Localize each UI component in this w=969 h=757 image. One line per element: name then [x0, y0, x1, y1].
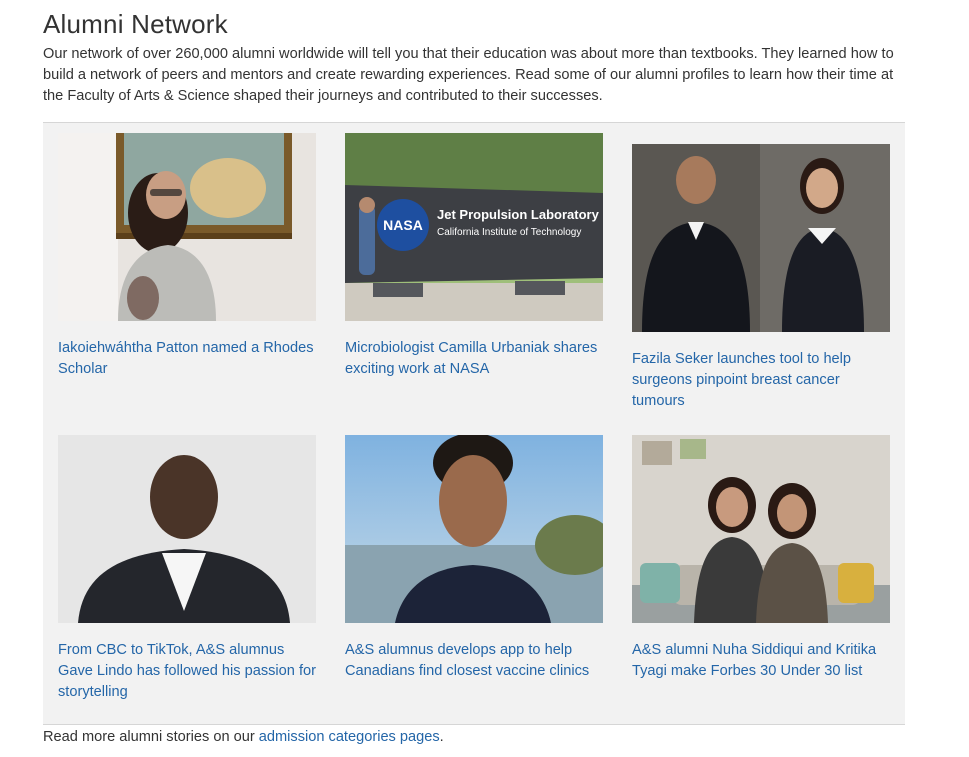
footer-suffix: .: [439, 729, 444, 745]
alumni-story-link[interactable]: Microbiologist Camilla Urbaniak shares e…: [345, 338, 603, 380]
alumni-card-lindo[interactable]: From CBC to TikTok, A&S alumnus Gave Lin…: [58, 435, 316, 703]
alumni-card-forbes[interactable]: A&S alumni Nuha Siddiqui and Kritika Tya…: [632, 435, 890, 682]
portrait-outdoor-image: [345, 435, 603, 623]
alumni-photo-lindo[interactable]: [58, 435, 316, 623]
footer-prefix: Read more alumni stories on our: [43, 729, 259, 745]
alumni-photo-urbaniak[interactable]: NASA Jet Propulsion Laboratory Californi…: [345, 133, 603, 321]
section-intro: Our network of over 260,000 alumni world…: [43, 46, 894, 104]
admission-categories-link[interactable]: admission categories pages: [259, 729, 440, 745]
alumni-story-link[interactable]: Iakoiehwáhtha Patton named a Rhodes Scho…: [58, 338, 316, 380]
alumni-card-patton[interactable]: Iakoiehwáhtha Patton named a Rhodes Scho…: [58, 133, 316, 380]
svg-text:NASA: NASA: [383, 217, 423, 233]
alumni-photo-seker[interactable]: [632, 144, 890, 332]
alumni-photo-patton[interactable]: [58, 133, 316, 321]
svg-text:California Institute of Techno: California Institute of Technology: [437, 227, 581, 238]
alumni-card-seker[interactable]: Fazila Seker launches tool to help surge…: [632, 144, 890, 412]
alumni-photo-vaccine-app[interactable]: [345, 435, 603, 623]
footer-note: Read more alumni stories on our admissio…: [43, 727, 444, 747]
section-title: Alumni Network: [43, 9, 228, 39]
two-portraits-image: [632, 144, 890, 332]
svg-text:Jet Propulsion Laboratory: Jet Propulsion Laboratory: [437, 207, 600, 222]
alumni-card-urbaniak[interactable]: NASA Jet Propulsion Laboratory Californi…: [345, 133, 603, 380]
alumni-card-vaccine-app[interactable]: A&S alumnus develops app to help Canadia…: [345, 435, 603, 682]
alumni-stories-grid: Iakoiehwáhtha Patton named a Rhodes Scho…: [43, 122, 905, 725]
portrait-with-painting-image: [58, 133, 316, 321]
alumni-network-section: Alumni Network Our network of over 260,0…: [0, 0, 969, 757]
alumni-story-link[interactable]: A&S alumnus develops app to help Canadia…: [345, 640, 603, 682]
alumni-story-link[interactable]: From CBC to TikTok, A&S alumnus Gave Lin…: [58, 640, 316, 703]
alumni-story-link[interactable]: A&S alumni Nuha Siddiqui and Kritika Tya…: [632, 640, 890, 682]
alumni-photo-forbes[interactable]: [632, 435, 890, 623]
nasa-jpl-sign-image: NASA Jet Propulsion Laboratory Californi…: [345, 133, 603, 321]
two-women-sofa-image: [632, 435, 890, 623]
alumni-story-link[interactable]: Fazila Seker launches tool to help surge…: [632, 349, 890, 412]
portrait-man-suit-image: [58, 435, 316, 623]
